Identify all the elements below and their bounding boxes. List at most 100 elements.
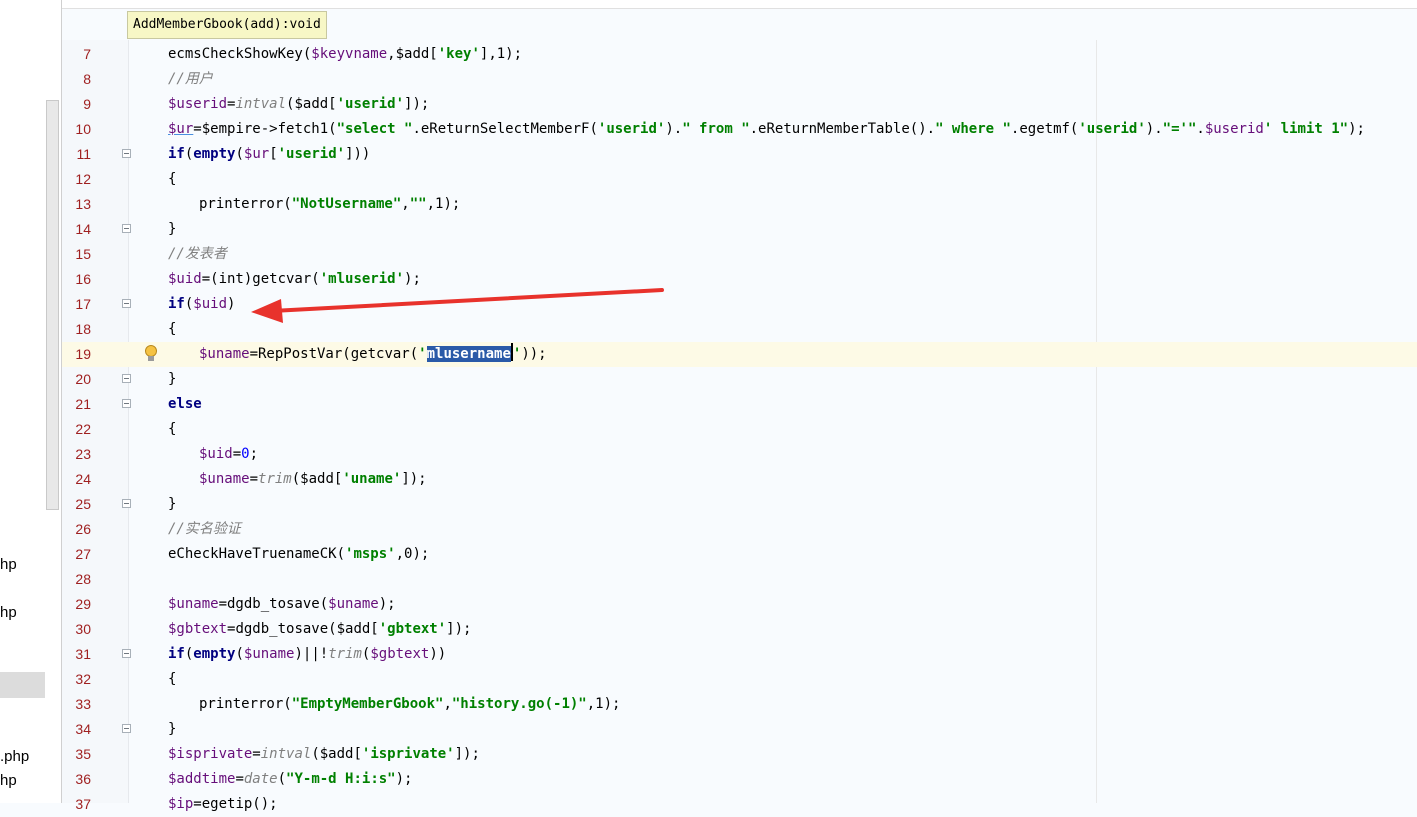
- line-number[interactable]: 22: [62, 417, 91, 442]
- line-number[interactable]: 18: [62, 317, 91, 342]
- code-line[interactable]: 36 $addtime=date("Y-m-d H:i:s");: [62, 767, 1417, 792]
- code-line[interactable]: 28: [62, 567, 1417, 592]
- line-number[interactable]: 34: [62, 717, 91, 742]
- line-number[interactable]: 13: [62, 192, 91, 217]
- project-file-item[interactable]: .php: [0, 748, 29, 765]
- code-line[interactable]: 9 $userid=intval($add['userid']);: [62, 92, 1417, 117]
- code-text[interactable]: {: [168, 667, 176, 692]
- line-number[interactable]: 8: [62, 67, 91, 92]
- project-selected-row[interactable]: [0, 672, 45, 698]
- code-text[interactable]: $userid=intval($add['userid']);: [168, 92, 429, 117]
- code-text[interactable]: $uname=RepPostVar(getcvar('mlusername '))…: [199, 342, 547, 367]
- code-line[interactable]: 13 printerror("NotUsername","",1);: [62, 192, 1417, 217]
- code-line[interactable]: 20}: [62, 367, 1417, 392]
- code-text[interactable]: if(empty($uname)||!trim($gbtext)): [168, 642, 446, 667]
- code-line[interactable]: 7 ecmsCheckShowKey($keyvname,$add['key'],…: [62, 42, 1417, 67]
- line-number[interactable]: 23: [62, 442, 91, 467]
- code-text[interactable]: {: [168, 417, 176, 442]
- code-text[interactable]: else: [168, 392, 202, 417]
- code-line[interactable]: 23 $uid=0;: [62, 442, 1417, 467]
- code-text[interactable]: }: [168, 367, 176, 392]
- line-number[interactable]: 17: [62, 292, 91, 317]
- fold-toggle-icon[interactable]: [122, 299, 131, 308]
- code-line[interactable]: 10 $ur=$empire->fetch1("select ".eReturnS…: [62, 117, 1417, 142]
- code-line[interactable]: 16 $uid=(int)getcvar('mluserid');: [62, 267, 1417, 292]
- line-number[interactable]: 35: [62, 742, 91, 767]
- code-line[interactable]: 14}: [62, 217, 1417, 242]
- project-file-item[interactable]: hp: [0, 604, 17, 621]
- line-number[interactable]: 14: [62, 217, 91, 242]
- code-line[interactable]: 18 {: [62, 317, 1417, 342]
- code-text[interactable]: $ur=$empire->fetch1("select ".eReturnSel…: [168, 117, 1365, 142]
- code-text[interactable]: $ip=egetip();: [168, 792, 278, 817]
- code-line[interactable]: 22 {: [62, 417, 1417, 442]
- code-text[interactable]: if(empty($ur['userid'])): [168, 142, 370, 167]
- code-text[interactable]: printerror("EmptyMemberGbook","history.g…: [199, 692, 620, 717]
- project-scrollbar[interactable]: [46, 100, 59, 510]
- code-text[interactable]: $uid=0;: [199, 442, 258, 467]
- code-text[interactable]: //实名验证: [168, 517, 241, 542]
- line-number[interactable]: 11: [62, 142, 91, 167]
- code-line[interactable]: 30 $gbtext=dgdb_tosave($add['gbtext']);: [62, 617, 1417, 642]
- code-line[interactable]: 19 $uname=RepPostVar(getcvar('mlusername '…: [62, 342, 1417, 367]
- code-line[interactable]: 34}: [62, 717, 1417, 742]
- code-line[interactable]: 32 {: [62, 667, 1417, 692]
- code-text[interactable]: $uname=dgdb_tosave($uname);: [168, 592, 396, 617]
- code-text[interactable]: }: [168, 217, 176, 242]
- code-text[interactable]: {: [168, 317, 176, 342]
- line-number[interactable]: 31: [62, 642, 91, 667]
- line-number[interactable]: 27: [62, 542, 91, 567]
- code-text[interactable]: $uname=trim($add['uname']);: [199, 467, 427, 492]
- code-line[interactable]: 35 $isprivate=intval($add['isprivate']);: [62, 742, 1417, 767]
- code-line[interactable]: 17 if($uid): [62, 292, 1417, 317]
- code-text[interactable]: //发表者: [168, 242, 227, 267]
- code-line[interactable]: 27 eCheckHaveTruenameCK('msps',0);: [62, 542, 1417, 567]
- code-line[interactable]: 11 if(empty($ur['userid'])): [62, 142, 1417, 167]
- code-text[interactable]: $addtime=date("Y-m-d H:i:s");: [168, 767, 412, 792]
- code-text[interactable]: $gbtext=dgdb_tosave($add['gbtext']);: [168, 617, 471, 642]
- line-number[interactable]: 29: [62, 592, 91, 617]
- code-text[interactable]: }: [168, 492, 176, 517]
- code-line[interactable]: 29 $uname=dgdb_tosave($uname);: [62, 592, 1417, 617]
- code-text[interactable]: }: [168, 717, 176, 742]
- code-text[interactable]: eCheckHaveTruenameCK('msps',0);: [168, 542, 429, 567]
- line-number[interactable]: 15: [62, 242, 91, 267]
- line-number[interactable]: 20: [62, 367, 91, 392]
- code-text[interactable]: if($uid): [168, 292, 235, 317]
- fold-toggle-icon[interactable]: [122, 499, 131, 508]
- line-number[interactable]: 21: [62, 392, 91, 417]
- line-number[interactable]: 30: [62, 617, 91, 642]
- code-line[interactable]: 8 //用户: [62, 67, 1417, 92]
- line-number[interactable]: 33: [62, 692, 91, 717]
- line-number[interactable]: 37: [62, 792, 91, 817]
- code-line[interactable]: 24 $uname=trim($add['uname']);: [62, 467, 1417, 492]
- line-number[interactable]: 25: [62, 492, 91, 517]
- line-number[interactable]: 26: [62, 517, 91, 542]
- line-number[interactable]: 7: [62, 42, 91, 67]
- code-line[interactable]: 37 $ip=egetip();: [62, 792, 1417, 817]
- project-file-item[interactable]: hp: [0, 556, 17, 573]
- code-text[interactable]: //用户: [168, 67, 213, 92]
- line-number[interactable]: 24: [62, 467, 91, 492]
- line-number[interactable]: 16: [62, 267, 91, 292]
- line-number[interactable]: 28: [62, 567, 91, 592]
- code-text[interactable]: ecmsCheckShowKey($keyvname,$add['key'],1…: [168, 42, 522, 67]
- fold-toggle-icon[interactable]: [122, 374, 131, 383]
- line-number[interactable]: 12: [62, 167, 91, 192]
- code-line[interactable]: 26 //实名验证: [62, 517, 1417, 542]
- line-number[interactable]: 19: [62, 342, 91, 367]
- code-text[interactable]: $uid=(int)getcvar('mluserid');: [168, 267, 421, 292]
- code-text[interactable]: printerror("NotUsername","",1);: [199, 192, 460, 217]
- line-number[interactable]: 10: [62, 117, 91, 142]
- project-file-item[interactable]: hp: [0, 772, 17, 789]
- code-line[interactable]: 33 printerror("EmptyMemberGbook","history…: [62, 692, 1417, 717]
- fold-toggle-icon[interactable]: [122, 149, 131, 158]
- code-text[interactable]: {: [168, 167, 176, 192]
- intention-bulb-icon[interactable]: [144, 345, 158, 364]
- code-line[interactable]: 15 //发表者: [62, 242, 1417, 267]
- fold-toggle-icon[interactable]: [122, 224, 131, 233]
- code-line[interactable]: 25}: [62, 492, 1417, 517]
- code-line[interactable]: 12 {: [62, 167, 1417, 192]
- code-line[interactable]: 21 else: [62, 392, 1417, 417]
- line-number[interactable]: 9: [62, 92, 91, 117]
